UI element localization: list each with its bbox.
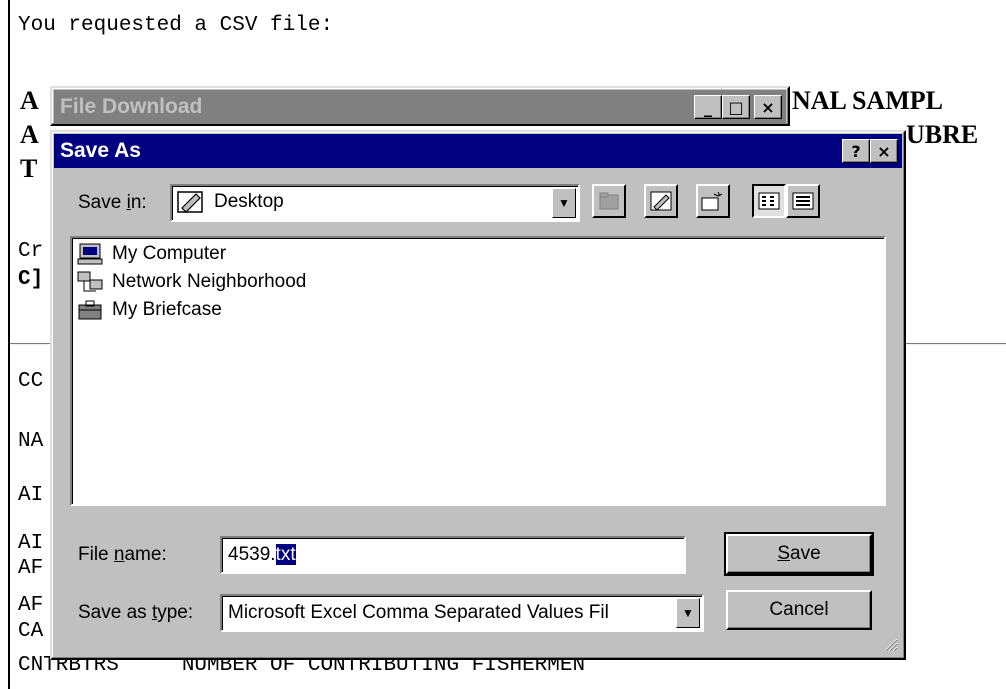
minimize-button[interactable]: _ (694, 95, 722, 119)
bold-heading-line-2: A (20, 120, 39, 149)
save-as-type-combobox[interactable]: Microsoft Excel Comma Separated Values F… (220, 594, 704, 632)
network-icon (77, 271, 103, 292)
file-name-label: File name: (78, 544, 167, 565)
cancel-button[interactable]: Cancel (726, 590, 872, 630)
bold-heading-fragment-1: NAL SAMPL (792, 86, 943, 115)
bold-heading-line-1: A (20, 86, 39, 115)
minimize-icon: _ (704, 97, 712, 117)
text-fragment: AI (18, 532, 44, 555)
dialog-toolbar (592, 184, 892, 222)
close-button[interactable]: × (754, 95, 782, 119)
list-view-icon (758, 192, 780, 210)
create-new-folder-button[interactable] (696, 184, 730, 218)
text-fragment: CC (18, 370, 44, 393)
save-as-title: Save As (60, 139, 141, 162)
list-item-label: Network Neighborhood (112, 271, 307, 292)
size-grip-icon[interactable] (882, 636, 898, 652)
save-in-value: Desktop (214, 191, 284, 212)
text-fragment: AF (18, 594, 44, 617)
close-icon: × (761, 97, 775, 117)
file-name-selection: txt (275, 544, 296, 565)
file-name-input[interactable]: 4539.txt (220, 536, 686, 574)
file-list[interactable]: My Computer Network Neighborhood My Brie… (70, 236, 886, 506)
maximize-button[interactable]: □ (722, 95, 750, 119)
list-item-label: My Briefcase (112, 299, 222, 320)
briefcase-icon (78, 300, 102, 320)
list-item[interactable]: Network Neighborhood (76, 270, 306, 294)
chevron-down-icon[interactable]: ▼ (552, 188, 576, 218)
list-view-button[interactable] (752, 184, 786, 218)
desktop-icon (177, 191, 203, 213)
text-fragment: Cr (18, 240, 44, 263)
list-item[interactable]: My Briefcase (76, 298, 222, 322)
desktop-button[interactable] (644, 184, 678, 218)
up-one-level-button[interactable] (592, 184, 626, 218)
list-item-label: My Computer (112, 243, 227, 264)
close-icon: × (877, 141, 891, 161)
computer-icon (77, 243, 103, 265)
save-as-type-value: Microsoft Excel Comma Separated Values F… (228, 602, 609, 623)
details-view-button[interactable] (786, 184, 820, 218)
text-fragment: AI (18, 484, 44, 507)
save-in-combobox[interactable]: Desktop ▼ (170, 184, 580, 222)
save-in-label: Save in: (78, 192, 147, 213)
help-button[interactable]: ? (842, 139, 870, 163)
dialog-close-button[interactable]: × (870, 139, 898, 163)
text-fragment: C] (18, 268, 44, 291)
save-as-type-label: Save as type: (78, 602, 194, 623)
desktop-icon (650, 191, 672, 211)
file-download-title: File Download (60, 95, 203, 118)
maximize-icon: □ (728, 97, 744, 117)
csv-request-text: You requested a CSV file: (18, 14, 334, 37)
file-download-titlebar[interactable]: File Download _ □ × (54, 90, 786, 124)
save-as-titlebar[interactable]: Save As ? × (54, 134, 902, 168)
file-name-value: 4539. (228, 544, 276, 565)
text-fragment: AF (18, 557, 44, 580)
file-download-window: File Download _ □ × (50, 86, 790, 126)
text-fragment: NA (18, 430, 44, 453)
chevron-down-icon[interactable]: ▼ (676, 598, 700, 628)
list-item[interactable]: My Computer (76, 242, 226, 266)
text-fragment: CA (18, 620, 44, 643)
bold-heading-line-3: T (20, 154, 38, 183)
help-icon: ? (851, 141, 861, 161)
details-view-icon (792, 192, 814, 210)
bold-heading-fragment-2: UBRE (906, 120, 979, 149)
folder-up-icon (599, 192, 619, 210)
save-as-dialog: Save As ? × Save in: Desktop ▼ My Comput… (50, 130, 906, 660)
save-button[interactable]: Save (724, 532, 874, 576)
new-folder-icon (701, 191, 723, 211)
